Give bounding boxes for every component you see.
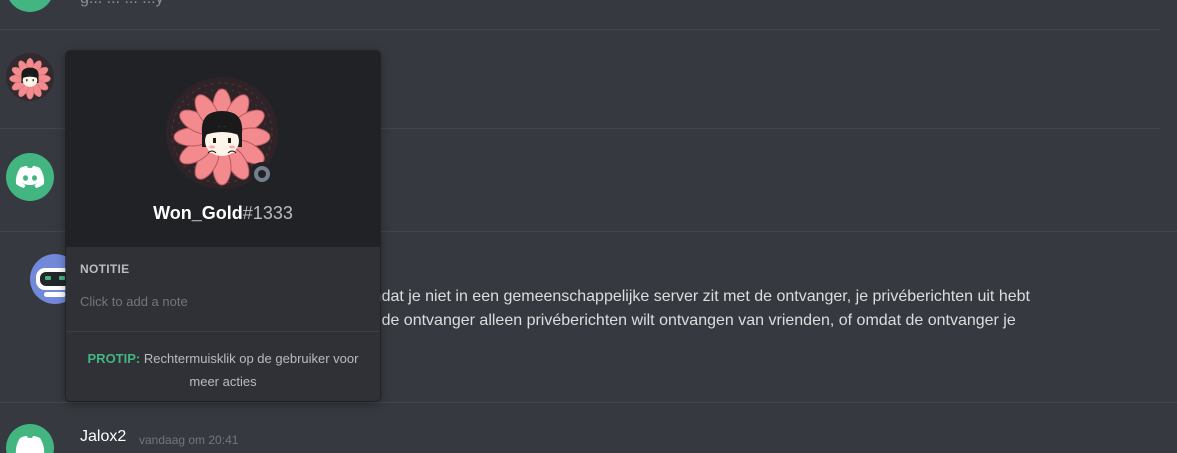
popout-username: Won_Gold (153, 203, 243, 223)
protip-text: Rechtermuisklik op de gebruiker voor mee… (143, 351, 359, 389)
message-divider (0, 402, 1177, 403)
message-text-top: g... ... ... ...y (80, 0, 164, 10)
popout-header: Won_Gold#1333 (66, 51, 380, 247)
message-avatar-jalox2[interactable] (6, 424, 54, 453)
protip-label: PROTIP: (87, 351, 141, 366)
popout-divider (66, 331, 380, 332)
message-text-line1: d omdat je niet in een gemeenschappelijk… (346, 288, 1030, 305)
user-popout: Won_Gold#1333 NOTITIE PROTIP: Rechtermui… (66, 51, 380, 401)
message-avatar-discord[interactable] (6, 153, 54, 201)
discord-logo-icon (15, 166, 45, 188)
user-avatar-won-gold[interactable] (6, 53, 54, 101)
note-input[interactable] (76, 289, 374, 313)
discord-logo-icon (15, 436, 45, 453)
message-timestamp: vandaag om 20:41 (139, 433, 239, 447)
flower-girl-avatar-icon (9, 57, 51, 100)
protip: PROTIP: Rechtermuisklik op de gebruiker … (86, 347, 360, 393)
status-offline-icon (250, 162, 274, 186)
note-label: NOTITIE (80, 262, 130, 276)
popout-discriminator: #1333 (242, 203, 293, 223)
message-divider (0, 29, 1161, 30)
message-text-line2: rver, de ontvanger alleen privéberichten… (346, 312, 1016, 329)
popout-name-tag[interactable]: Won_Gold#1333 (66, 201, 380, 225)
message-avatar-top[interactable] (6, 0, 54, 12)
message-username[interactable]: Jalox2 (80, 428, 126, 446)
